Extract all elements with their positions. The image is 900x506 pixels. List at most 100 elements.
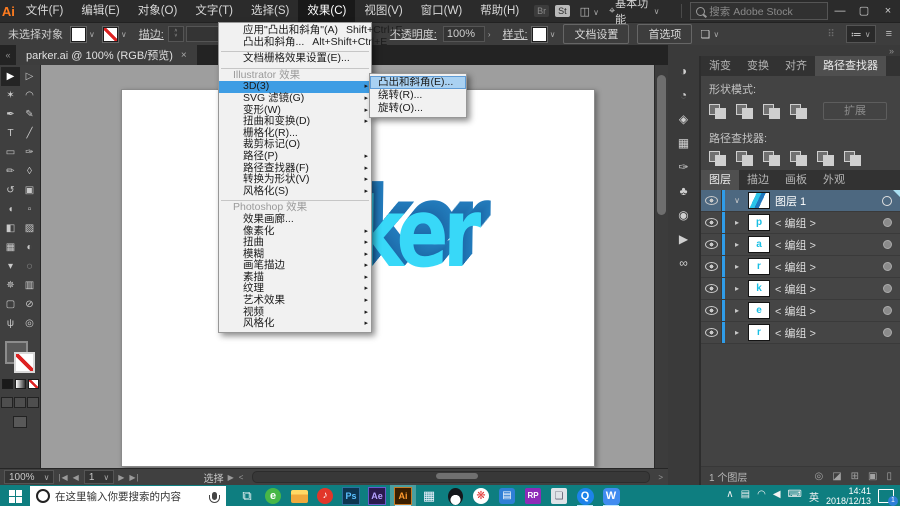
pen-tool[interactable]: ✒ [1,105,20,124]
tab-pathfinder[interactable]: 路径查找器 [815,56,886,76]
tray-volume-icon[interactable]: ◀ [773,489,781,504]
draw-inside-mode-button[interactable] [27,397,39,408]
scale-tool[interactable]: ▣ [20,181,39,200]
stock-badge[interactable]: St [555,5,570,17]
color-panel-icon[interactable]: ◑ [668,59,699,83]
visibility-eye-icon[interactable] [701,322,722,343]
stroke-color-swatch[interactable] [103,27,118,42]
expand-group-icon[interactable]: ▸ [731,240,743,249]
layer-group-r1[interactable]: ▸ r < 编组 > [701,256,900,278]
tab-artboards[interactable]: 画板 [777,170,815,190]
gradient-button[interactable] [15,379,26,389]
minimize-button[interactable]: — [828,0,852,22]
qq-icon[interactable] [442,485,468,506]
bridge-badge[interactable]: Br [534,5,549,17]
tab-appearance[interactable]: 外观 [815,170,853,190]
menu-item-pixelate[interactable]: 像素化 ▸ [219,226,371,238]
menu-object[interactable]: 对象(O) [129,0,187,22]
previous-artboard-button[interactable]: ◀ [73,473,80,482]
new-layer-icon[interactable]: ▣ [868,471,877,482]
preferences-button[interactable]: 首选项 [637,24,692,44]
scroll-right-arrow[interactable]: > [658,473,664,482]
chevron-down-icon[interactable]: ∨ [89,30,95,39]
pathfinder-crop-icon[interactable] [790,151,808,165]
menu-file[interactable]: 文件(F) [17,0,73,22]
visibility-eye-icon[interactable] [701,234,722,255]
doc-actions-icon[interactable]: ❏∨ [700,28,719,41]
mesh-tool[interactable]: ▦ [1,238,20,257]
lasso-tool[interactable]: ◠ [20,86,39,105]
group-thumbnail[interactable]: a [748,236,770,253]
curvature-tool[interactable]: ✎ [20,105,39,124]
menu-help[interactable]: 帮助(H) [471,0,528,22]
type-tool[interactable]: T [1,124,20,143]
artboard-number-select[interactable]: 1∨ [84,470,114,484]
symbols-panel-icon[interactable]: ♣ [668,179,699,203]
qq-browser-icon[interactable]: Q [572,485,598,506]
collapse-toolbar-icon[interactable]: « [0,45,16,65]
visibility-eye-icon[interactable] [701,278,722,299]
target-circle-icon[interactable] [882,196,892,206]
menu-item-blur[interactable]: 模糊 ▸ [219,249,371,261]
magic-wand-tool[interactable]: ✶ [1,86,20,105]
shape-mode-minus-front-icon[interactable] [736,104,754,118]
microphone-icon[interactable] [212,492,217,500]
links-panel-icon[interactable]: ∞ [668,251,699,275]
blend-tool[interactable]: ◌ [20,257,39,276]
chevron-down-icon[interactable]: ∨ [121,30,127,39]
expander-icon[interactable]: › [488,30,491,39]
delete-layer-icon[interactable]: ▯ [886,471,892,482]
tab-align[interactable]: 对齐 [777,56,815,76]
pathfinder-divide-icon[interactable] [709,151,727,165]
group-thumbnail[interactable]: e [748,302,770,319]
action-center-icon[interactable]: 1 [878,489,894,503]
layer-name[interactable]: 图层 1 [775,193,806,209]
vertical-scrollbar[interactable] [654,65,668,468]
screen-mode-button[interactable] [13,416,27,428]
shape-mode-intersect-icon[interactable] [763,104,781,118]
blob-brush-tool[interactable]: ◊ [20,162,39,181]
pathfinder-panel-icon[interactable]: ◉ [668,203,699,227]
pathfinder-minus-back-icon[interactable] [844,151,862,165]
target-circle-icon[interactable] [883,328,892,337]
after-effects-icon[interactable]: Ae [364,485,390,506]
start-button[interactable] [0,485,30,506]
photoshop-icon[interactable]: Ps [338,485,364,506]
target-circle-icon[interactable] [883,262,892,271]
group-name[interactable]: < 编组 > [775,303,816,319]
opacity-value[interactable]: 100% [443,26,485,42]
expand-group-icon[interactable]: ▸ [731,306,743,315]
group-thumbnail[interactable]: r [748,324,770,341]
color-guide-panel-icon[interactable]: ◈ [668,107,699,131]
document-tab[interactable]: parker.ai @ 100% (RGB/预览) × [16,45,197,65]
collapse-panels-icon[interactable]: » [889,46,894,56]
stroke-proxy-swatch[interactable] [14,352,35,373]
sunlogin-icon[interactable]: ❋ [468,485,494,506]
tab-layers[interactable]: 图层 [701,170,739,190]
axure-rp-icon[interactable]: RP [520,485,546,506]
collapse-layer-icon[interactable]: ∨ [731,196,743,205]
calculator-icon[interactable]: ▦ [416,485,442,506]
group-thumbnail[interactable]: k [748,280,770,297]
tab-stroke[interactable]: 描边 [739,170,777,190]
expand-group-icon[interactable]: ▸ [731,262,743,271]
rectangle-tool[interactable]: ▭ [1,143,20,162]
perspective-grid-tool[interactable]: ▨ [20,219,39,238]
notebook-app-icon[interactable]: ▤ [494,485,520,506]
paintbrush-tool[interactable]: ✑ [20,143,39,162]
group-name[interactable]: < 编组 > [775,259,816,275]
netease-music-icon[interactable]: ♪ [312,485,338,506]
swatches-panel-icon[interactable]: ▦ [668,131,699,155]
expand-group-icon[interactable]: ▸ [731,284,743,293]
rotate-tool[interactable]: ↺ [1,181,20,200]
shape-mode-exclude-icon[interactable] [790,104,808,118]
list-icon[interactable]: ≡ [886,28,892,40]
selection-tool[interactable]: ▶ [1,67,20,86]
zoom-level-select[interactable]: 100%∨ [4,470,54,484]
menu-edit[interactable]: 编辑(E) [72,0,128,22]
menu-window[interactable]: 窗口(W) [412,0,472,22]
pathfinder-trim-icon[interactable] [736,151,754,165]
layer-group-p[interactable]: ▸ p < 编组 > [701,212,900,234]
adobe-stock-search-input[interactable]: 搜索 Adobe Stock [690,2,828,20]
menu-item-artistic[interactable]: 艺术效果 ▸ [219,295,371,307]
